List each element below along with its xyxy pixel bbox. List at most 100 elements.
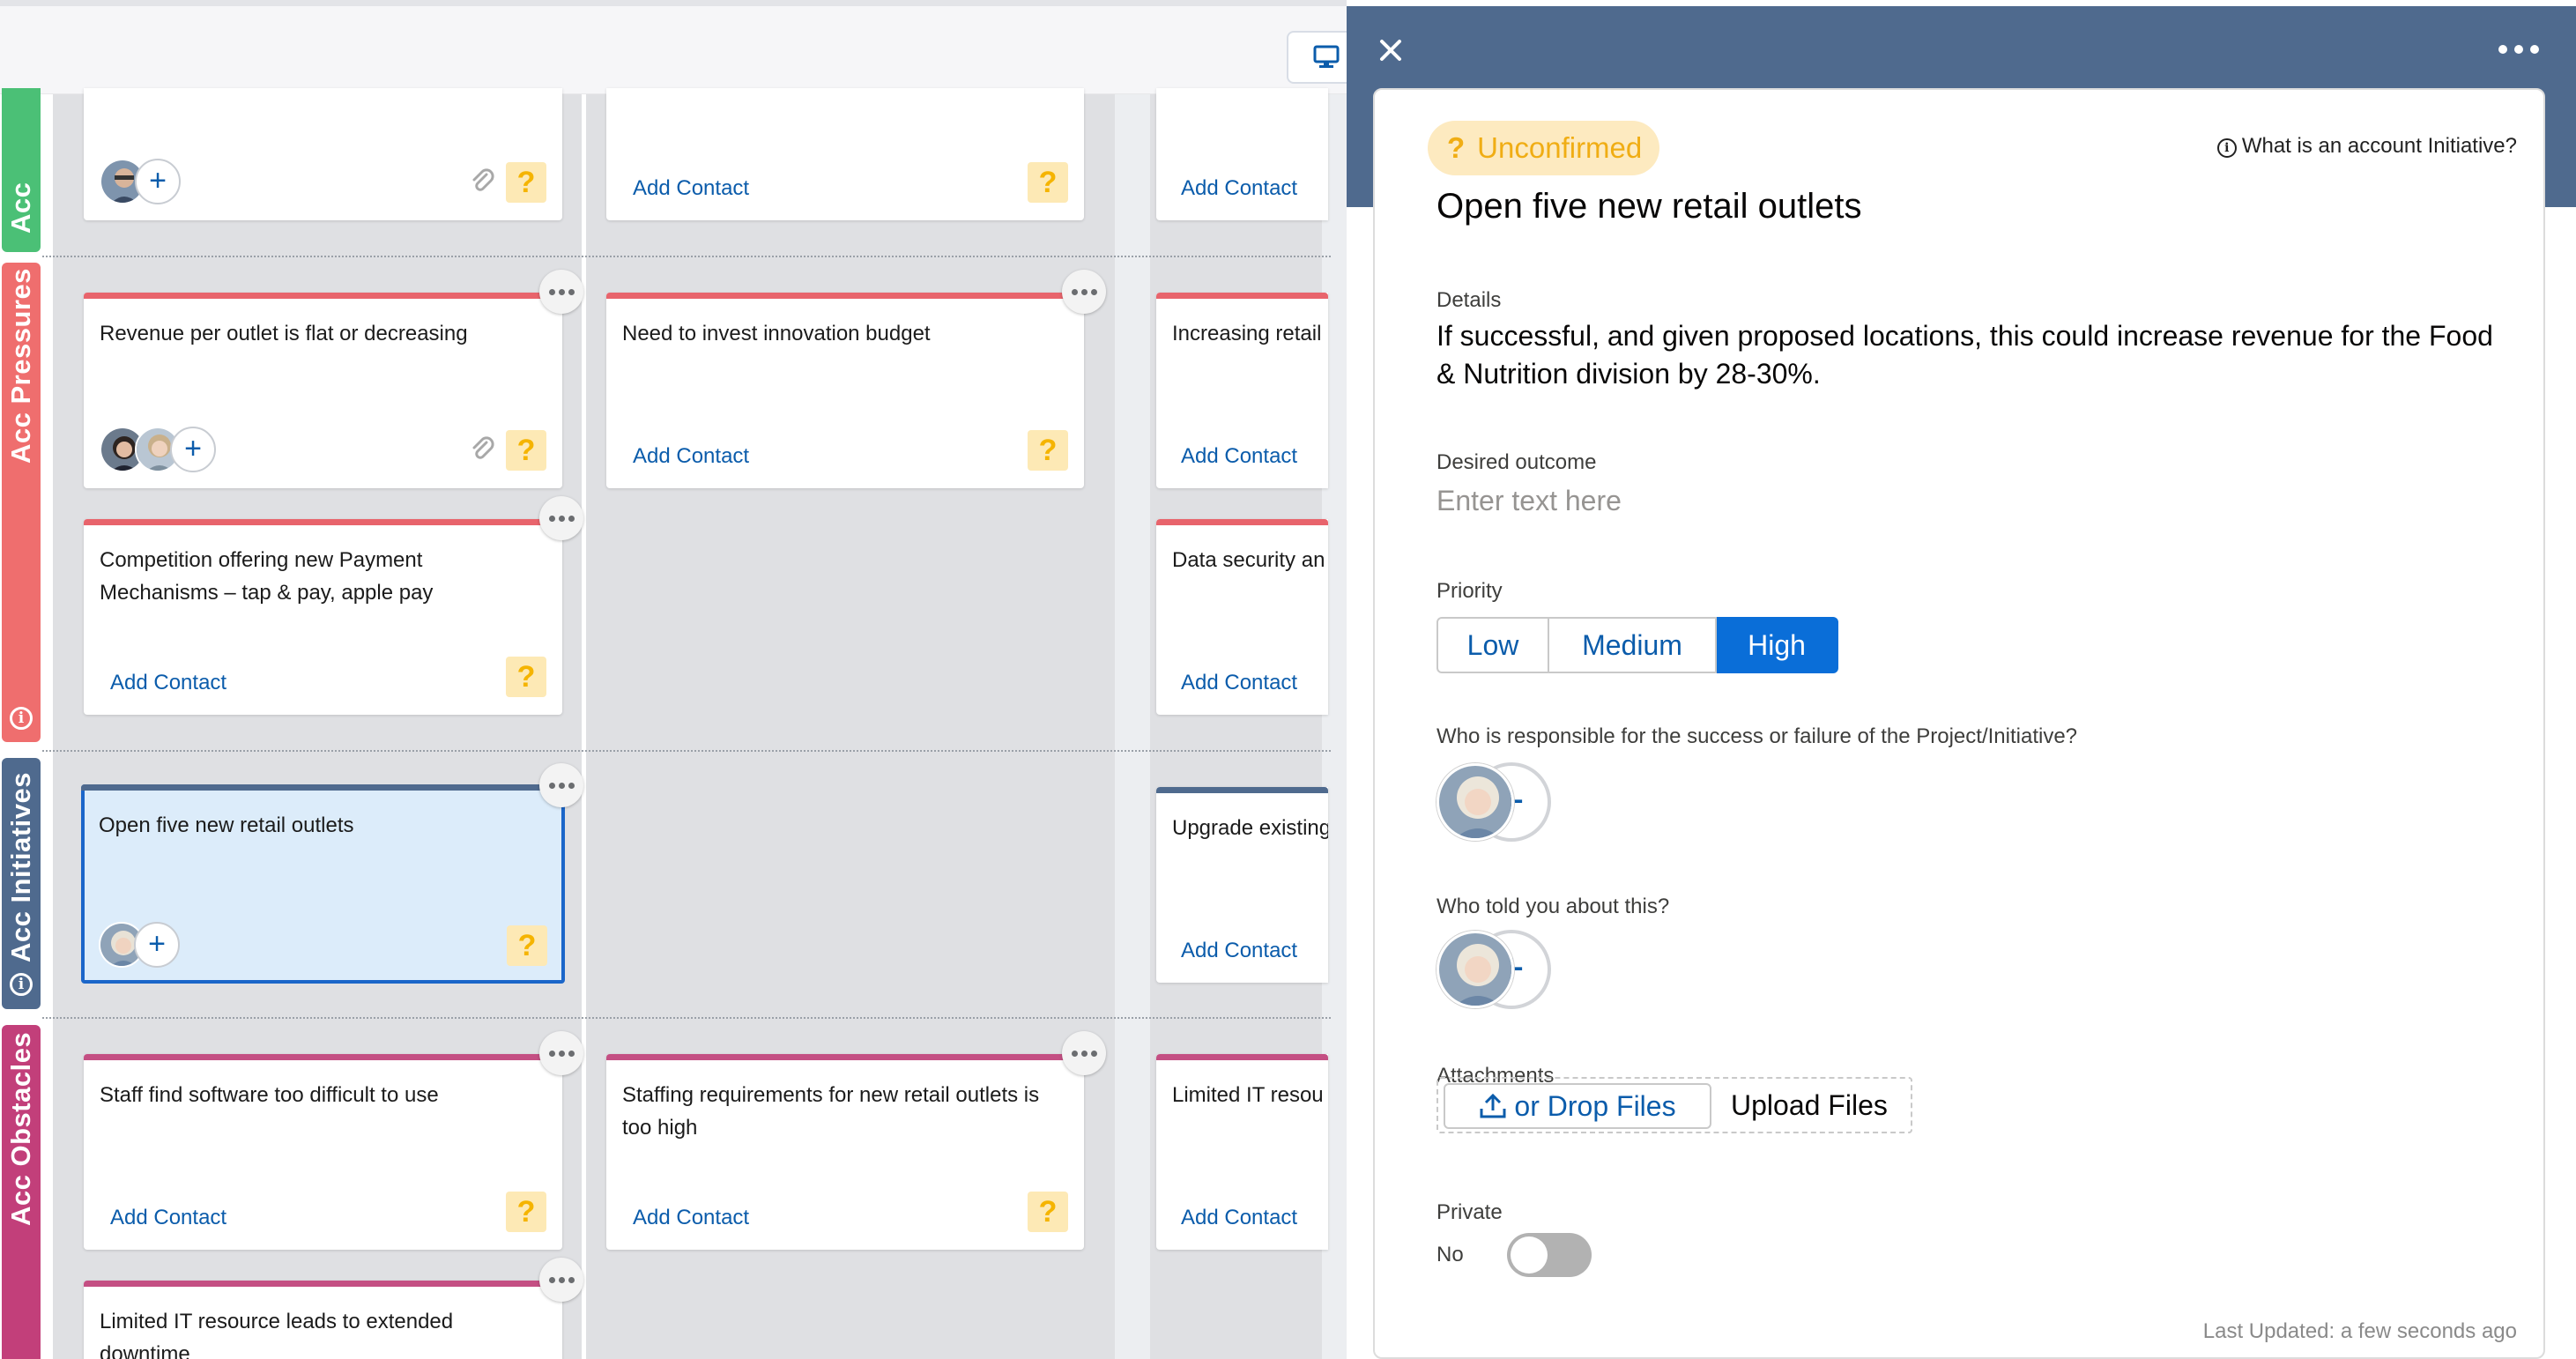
add-contact-link[interactable]: Add Contact [110, 671, 226, 695]
lane-title: Acc [5, 182, 36, 234]
card-color-bar [1156, 519, 1328, 525]
board-card[interactable]: Data security an Add Contact [1156, 519, 1328, 715]
card-title: Need to invest innovation budget [622, 322, 931, 345]
priority-high-button[interactable]: High [1717, 617, 1838, 673]
board-card[interactable]: Add Contact ? [606, 88, 1084, 220]
board-card[interactable]: Add Contact [1156, 88, 1328, 220]
source-avatar[interactable] [1436, 931, 1514, 1008]
add-contact-link[interactable]: Add Contact [1181, 939, 1297, 963]
add-contact-link[interactable]: Add Contact [1181, 444, 1297, 469]
lane-title: Acc Pressures [5, 268, 36, 464]
question-icon[interactable]: ? [1028, 430, 1068, 471]
details-label: Details [1436, 288, 1502, 312]
detail-panel: ? Unconfirmed i What is an account Initiat… [1347, 0, 2576, 1359]
panel-title: Open five new retail outlets [1436, 187, 1862, 226]
card-color-bar [1156, 293, 1328, 299]
card-more-icon[interactable] [1062, 270, 1106, 314]
card-more-icon[interactable] [539, 1031, 583, 1075]
question-icon: ? [1447, 131, 1466, 164]
status-badge[interactable]: ? Unconfirmed [1428, 121, 1660, 175]
lane-label-acc[interactable]: Acc i [2, 88, 41, 323]
private-toggle[interactable] [1507, 1233, 1592, 1277]
more-icon[interactable] [2498, 41, 2541, 59]
told-label: Who told you about this? [1436, 895, 1670, 918]
card-color-bar [84, 519, 562, 525]
details-value[interactable]: If successful, and given proposed locati… [1436, 317, 2508, 393]
card-more-icon[interactable] [1062, 1031, 1106, 1075]
card-color-bar [1156, 1054, 1328, 1060]
question-icon[interactable]: ? [1028, 1192, 1068, 1232]
info-icon[interactable]: i [10, 973, 33, 996]
lane-label-initiatives[interactable]: Acc Initiatives i [2, 758, 41, 1009]
card-title: Upgrade existing [1172, 816, 1328, 840]
lane-divider [42, 750, 1331, 752]
add-contact-link[interactable]: Add Contact [1181, 176, 1297, 201]
board-card[interactable]: + ? [84, 88, 562, 220]
responsible-label: Who is responsible for the success or fa… [1436, 724, 2078, 748]
panel-sheet: ? Unconfirmed i What is an account Initiat… [1373, 88, 2545, 1359]
question-icon[interactable]: ? [506, 430, 546, 471]
card-color-bar [84, 1054, 562, 1060]
question-icon[interactable]: ? [506, 1192, 546, 1232]
add-contact-link[interactable]: Add Contact [633, 1206, 749, 1230]
lane-label-obstacles[interactable]: Acc Obstacles [2, 1025, 41, 1359]
board-card[interactable]: Increasing retail Add Contact [1156, 293, 1328, 488]
add-contact-link[interactable]: Add Contact [1181, 1206, 1297, 1230]
card-more-icon[interactable] [539, 496, 583, 540]
board-card[interactable]: Staff find software too difficult to use… [84, 1054, 562, 1250]
card-color-bar [606, 293, 1084, 299]
lane-divider [42, 1017, 1331, 1019]
upload-icon [1480, 1093, 1506, 1118]
board: Acc i Acc Pressures i Acc Initiatives i … [0, 0, 1357, 1359]
board-card[interactable]: Competition offering new Payment Mechani… [84, 519, 562, 715]
card-more-icon[interactable] [539, 270, 583, 314]
info-icon[interactable]: i [10, 707, 33, 730]
responsible-avatar[interactable] [1436, 763, 1514, 841]
upload-button-label: or Drop Files [1514, 1090, 1676, 1122]
info-icon: i [2216, 138, 2237, 158]
priority-label: Priority [1436, 579, 1503, 603]
board-card-selected[interactable]: Open five new retail outlets + ? [81, 784, 565, 984]
board-card[interactable]: Limited IT resou Add Contact [1156, 1054, 1328, 1250]
board-card[interactable]: Staffing requirements for new retail out… [606, 1054, 1084, 1250]
card-title: Competition offering new Payment Mechani… [100, 548, 434, 605]
board-card[interactable]: Limited IT resource leads to extended do… [84, 1281, 562, 1359]
upload-button[interactable]: or Drop Files [1444, 1083, 1711, 1129]
question-icon[interactable]: ? [1028, 162, 1068, 203]
board-card[interactable]: Upgrade existing Add Contact [1156, 787, 1328, 983]
question-icon[interactable]: ? [506, 657, 546, 697]
paperclip-icon[interactable] [469, 167, 495, 194]
add-contact-link[interactable]: Add Contact [633, 444, 749, 469]
private-value: No [1436, 1243, 1464, 1266]
close-icon[interactable] [1373, 33, 1408, 68]
board-card[interactable]: Revenue per outlet is flat or decreasing… [84, 293, 562, 488]
card-more-icon[interactable] [539, 763, 583, 807]
top-strip [0, 0, 1348, 6]
lane-divider [42, 256, 1331, 257]
question-icon[interactable]: ? [506, 162, 546, 203]
desired-outcome-input[interactable]: Enter text here [1436, 485, 1622, 517]
card-color-bar [84, 1281, 562, 1287]
add-contact-link[interactable]: Add Contact [110, 1206, 226, 1230]
add-contact-plus-button[interactable]: + [134, 922, 180, 968]
card-title: Increasing retail [1172, 322, 1322, 345]
paperclip-icon[interactable] [469, 435, 495, 462]
priority-low-button[interactable]: Low [1436, 617, 1549, 673]
add-contact-link[interactable]: Add Contact [633, 176, 749, 201]
question-icon[interactable]: ? [507, 925, 547, 966]
card-more-icon[interactable] [539, 1258, 583, 1302]
card-color-bar [606, 1054, 1084, 1060]
add-contact-link[interactable]: Add Contact [1181, 671, 1297, 695]
lane-label-pressures[interactable]: Acc Pressures i [2, 263, 41, 742]
card-title: Limited IT resou [1172, 1083, 1324, 1107]
add-contact-plus-button[interactable]: + [135, 159, 181, 204]
toggle-knob [1511, 1236, 1548, 1274]
add-contact-plus-button[interactable]: + [170, 427, 216, 472]
priority-medium-button[interactable]: Medium [1549, 617, 1717, 673]
board-card[interactable]: Need to invest innovation budget Add Con… [606, 293, 1084, 488]
private-label: Private [1436, 1200, 1503, 1224]
file-drop-zone[interactable]: or Drop Files Upload Files [1436, 1077, 1912, 1133]
card-title: Staff find software too difficult to use [100, 1083, 439, 1107]
help-link[interactable]: i What is an account Initiative? [2216, 134, 2517, 159]
card-title: Staffing requirements for new retail out… [622, 1083, 1040, 1140]
